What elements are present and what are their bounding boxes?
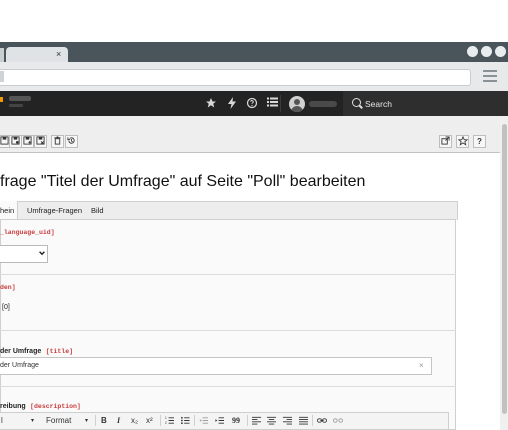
- toolbar-separator: [194, 415, 195, 426]
- open-new-window-icon[interactable]: [439, 135, 452, 148]
- language-field-code: _language_uid]: [0, 229, 55, 236]
- svg-text:2: 2: [165, 421, 167, 425]
- avatar-head: [294, 99, 300, 105]
- bold-button[interactable]: B: [101, 416, 107, 426]
- bolt-icon[interactable]: [225, 97, 239, 111]
- align-justify-icon[interactable]: [299, 416, 308, 428]
- unlink-icon[interactable]: [333, 416, 343, 428]
- superscript-button[interactable]: x²: [146, 416, 153, 426]
- bookmark-icon[interactable]: [456, 135, 469, 148]
- username[interactable]: [309, 101, 337, 107]
- chevron-down-icon[interactable]: ▾: [85, 416, 88, 426]
- section-divider: [0, 274, 456, 275]
- browser-tab-previous[interactable]: [0, 48, 4, 62]
- scrollbar-thumb[interactable]: [502, 124, 507, 414]
- format-dropdown[interactable]: Format: [46, 416, 71, 426]
- italic-button[interactable]: I: [117, 416, 120, 426]
- hidden-field-value: [0]: [2, 304, 10, 311]
- svg-text:1: 1: [165, 416, 167, 420]
- search-label[interactable]: Search: [365, 98, 392, 110]
- section-divider: [0, 386, 456, 387]
- window-close-button[interactable]: [495, 46, 506, 57]
- browser-tab-bar: [0, 42, 508, 62]
- list-icon[interactable]: [265, 97, 279, 111]
- help-icon[interactable]: [245, 97, 259, 111]
- site-info-icon[interactable]: [0, 71, 4, 82]
- save-new-icon[interactable]: [21, 135, 34, 148]
- window-maximize-button[interactable]: [481, 46, 492, 57]
- link-icon[interactable]: [317, 416, 327, 428]
- style-dropdown[interactable]: l: [1, 416, 3, 426]
- window-minimize-button[interactable]: [467, 46, 478, 57]
- save-close-icon[interactable]: [34, 135, 47, 148]
- address-bar-input[interactable]: [0, 69, 471, 86]
- toolbar-separator: [312, 415, 313, 426]
- tab-image[interactable]: Bild: [91, 201, 104, 220]
- align-right-icon[interactable]: [283, 416, 292, 428]
- chevron-down-icon[interactable]: [38, 249, 46, 259]
- hidden-field-code: den]: [0, 284, 16, 291]
- subscript-button[interactable]: x₂: [131, 416, 138, 426]
- tab-close-icon[interactable]: ×: [56, 48, 61, 60]
- help-icon[interactable]: ?: [473, 135, 486, 148]
- page-title: frage "Titel der Umfrage" auf Seite "Pol…: [0, 173, 366, 190]
- site-name: [9, 96, 31, 101]
- hamburger-menu-icon[interactable]: [483, 70, 497, 82]
- toolbar-separator: [95, 415, 96, 426]
- history-icon[interactable]: [65, 135, 78, 148]
- title-input[interactable]: [0, 357, 432, 375]
- description-field-code: [description]: [30, 403, 81, 410]
- avatar[interactable]: [289, 96, 305, 112]
- description-field-label-row: reibung [description]: [0, 395, 81, 413]
- blockquote-button[interactable]: 99: [232, 416, 240, 426]
- star-icon[interactable]: [204, 97, 218, 111]
- delete-icon[interactable]: [51, 135, 64, 148]
- description-field-label: reibung: [0, 403, 26, 410]
- align-center-icon[interactable]: [267, 416, 276, 428]
- toolbar-separator: [160, 415, 161, 426]
- typo3-logo[interactable]: [0, 97, 3, 102]
- numbered-list-icon[interactable]: 12: [165, 416, 174, 428]
- title-field-label: der Umfrage: [0, 348, 42, 355]
- clear-icon[interactable]: ×: [419, 361, 424, 370]
- chevron-down-icon[interactable]: ▾: [31, 416, 34, 426]
- topbar-divider: [280, 95, 281, 112]
- bullet-list-icon[interactable]: [181, 416, 190, 428]
- align-left-icon[interactable]: [252, 416, 261, 428]
- title-input-value[interactable]: der Umfrage: [0, 362, 39, 369]
- site-version: [9, 104, 23, 107]
- toolbar-separator: [247, 415, 248, 426]
- title-field-label-row: der Umfrage [title]: [0, 340, 73, 358]
- avatar-body: [291, 106, 303, 112]
- section-divider: [0, 330, 456, 331]
- tab-questions[interactable]: Umfrage-Fragen: [27, 201, 82, 220]
- outdent-icon[interactable]: [199, 416, 208, 428]
- indent-icon[interactable]: [215, 416, 224, 428]
- tab-general[interactable]: hein: [0, 201, 18, 220]
- title-field-code: [title]: [45, 348, 73, 355]
